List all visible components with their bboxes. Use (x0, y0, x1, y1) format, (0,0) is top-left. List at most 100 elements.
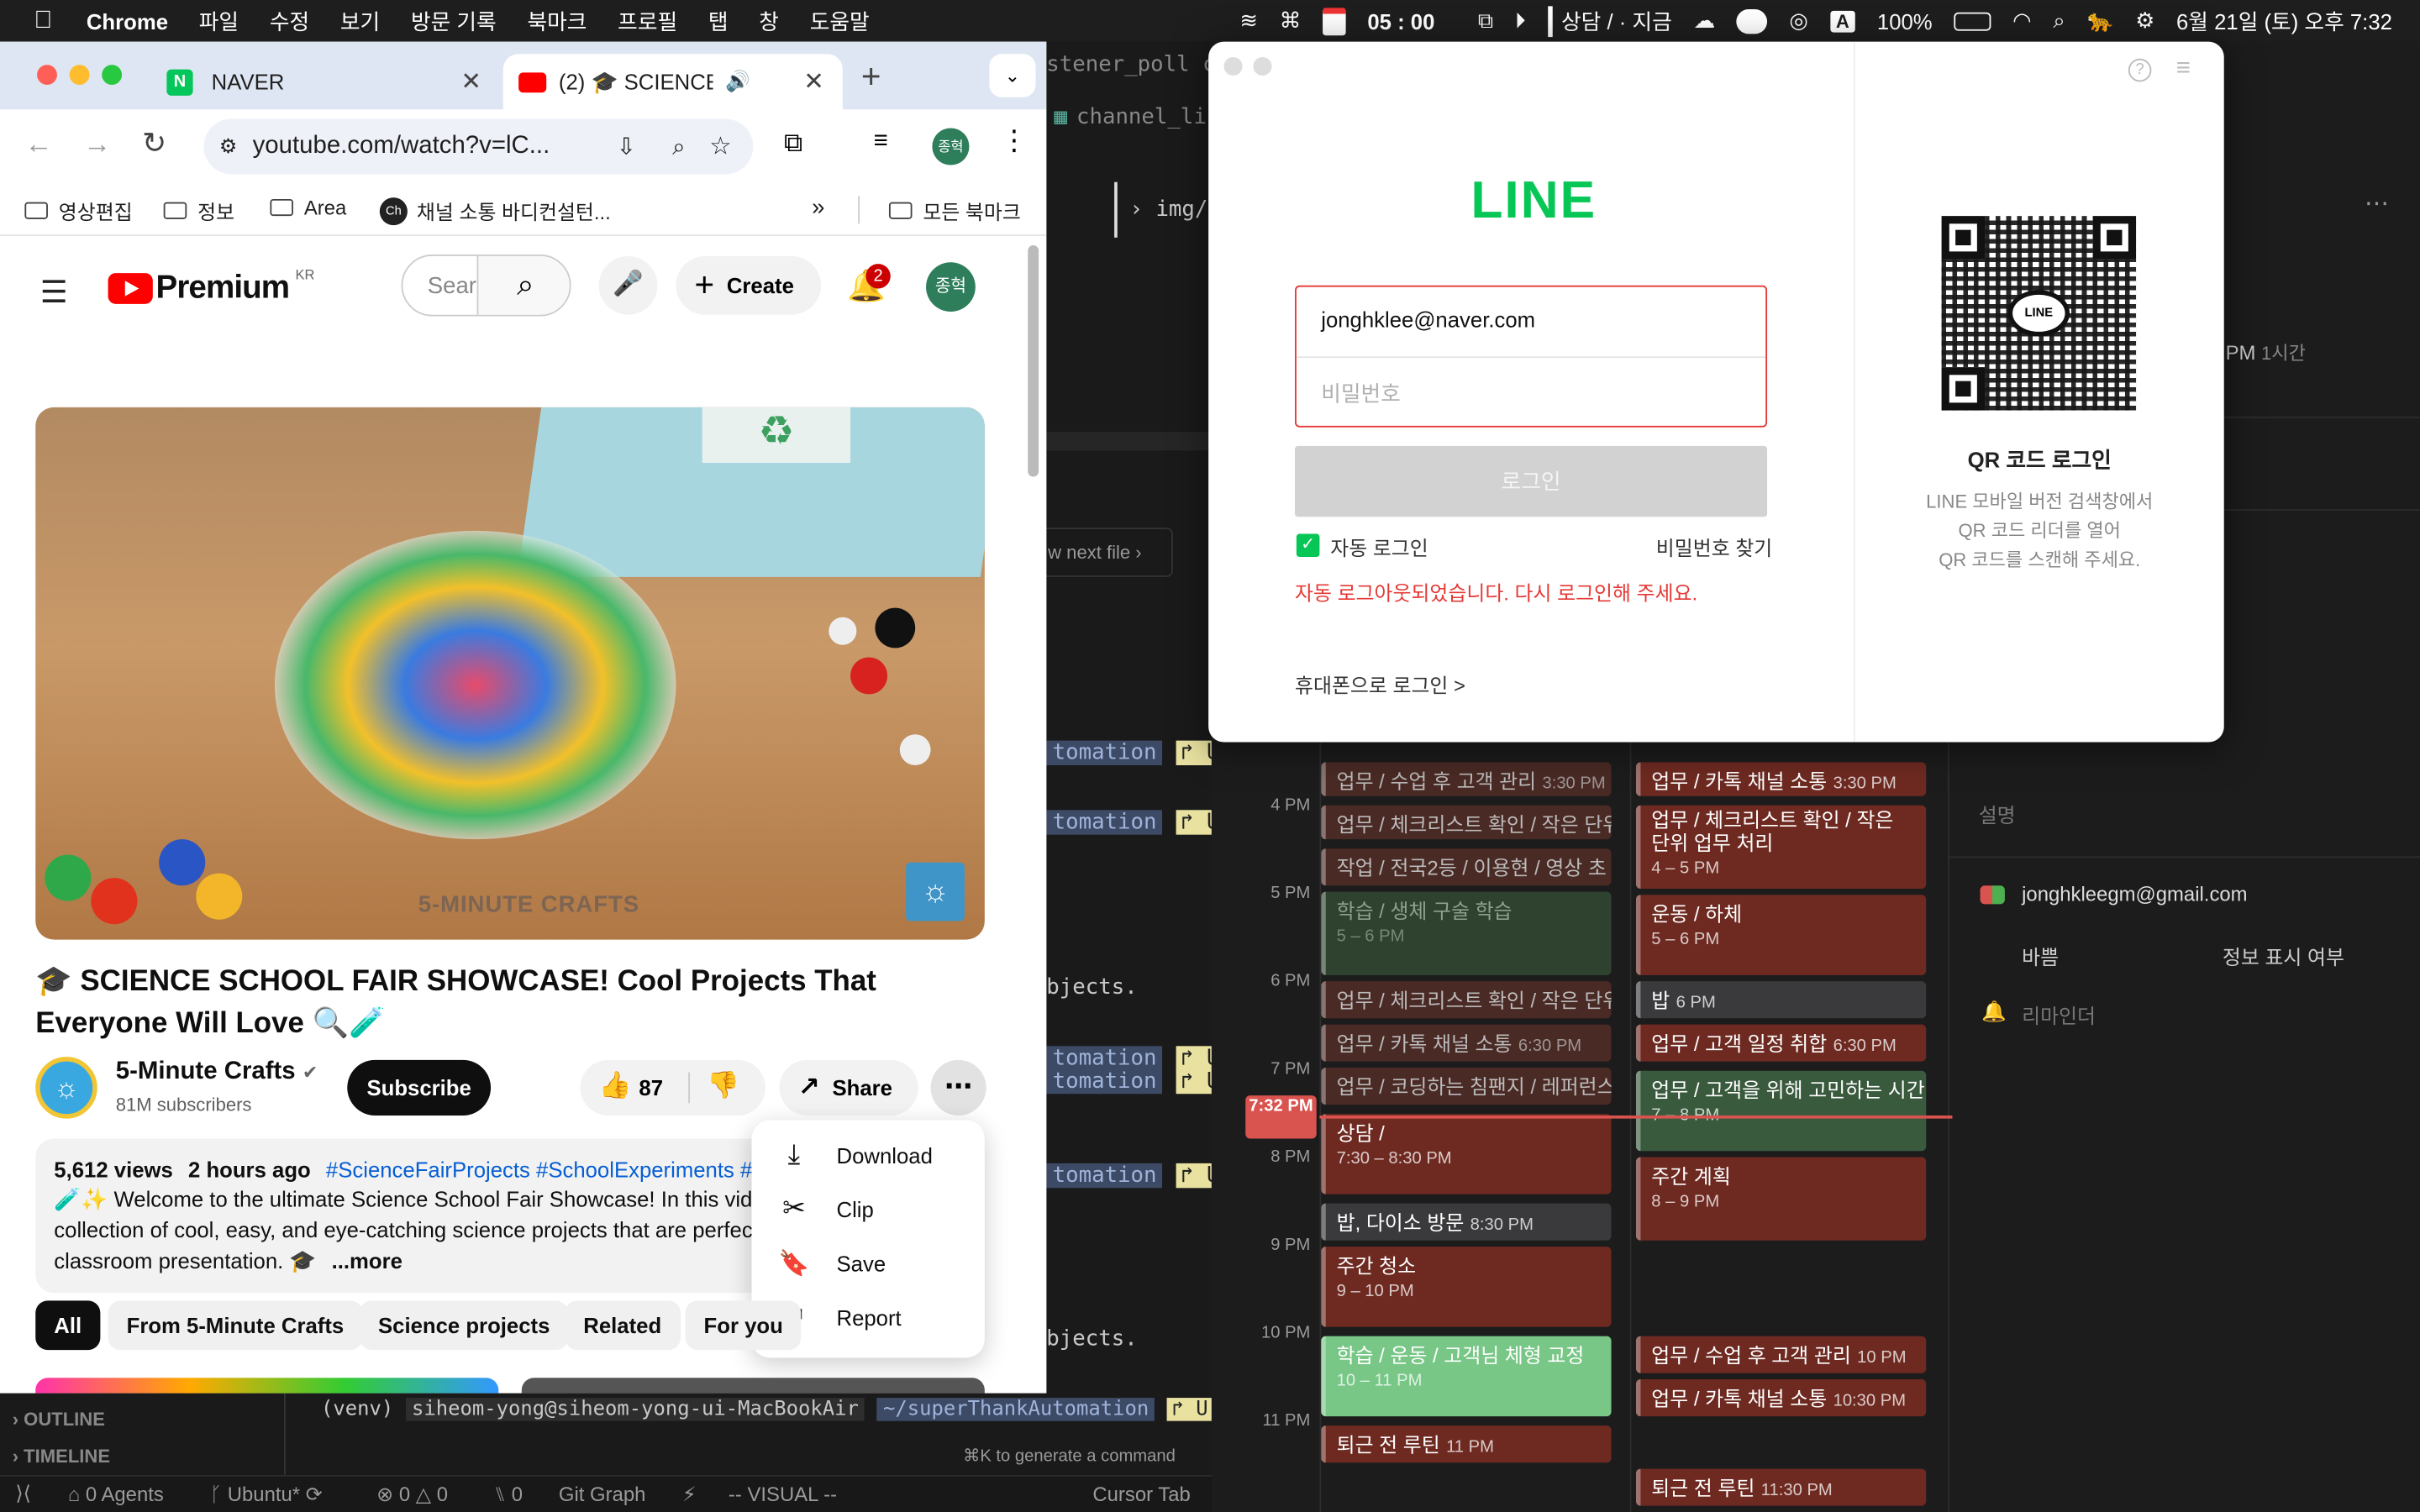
menu-save[interactable]: 🔖 Save (751, 1236, 983, 1289)
search-input[interactable]: Sear (428, 273, 476, 299)
chip-science-projects[interactable]: Science projects (359, 1300, 569, 1351)
phone-login-link[interactable]: 휴대폰으로 로그인 > (1295, 669, 1465, 699)
menu-profile[interactable]: 프로필 (618, 5, 677, 36)
address-bar[interactable]: ⚙ youtube.com/watch?v=lC... ⇩ ⌕ ☆ (203, 118, 754, 175)
calendar-event[interactable]: 상담 / 7:30 – 8:30 PM (1321, 1114, 1612, 1194)
next-file-button[interactable]: w next file › (1034, 528, 1173, 577)
calendar-event[interactable]: 업무 / 카톡 채널 소통 3:30 PM (1635, 762, 1927, 796)
back-icon[interactable]: ← (24, 128, 52, 160)
close-tab-icon[interactable]: ✕ (460, 66, 481, 97)
calendar-event[interactable]: 학습 / 운동 / 고객님 체형 교정 10 – 11 PM (1321, 1336, 1612, 1417)
hashtags[interactable]: #ScienceFairProjects #SchoolExperiments … (326, 1158, 794, 1182)
calendar-event[interactable]: 퇴근 전 루틴 11 PM (1321, 1425, 1612, 1463)
busy-status[interactable]: 바쁨 (2022, 941, 2059, 970)
calendar-event[interactable]: 업무 / 체크리스트 확인 / 작은 단위 (1321, 981, 1612, 1019)
minimize-window-button[interactable] (69, 65, 90, 86)
channel-name[interactable]: 5-Minute Crafts ✔ (116, 1058, 318, 1086)
qr-code[interactable]: LINE (1941, 216, 2137, 411)
menu-bookmarks[interactable]: 북마크 (527, 5, 587, 36)
menu-datetime[interactable]: 6월 21일 (토) 오후 7:32 (2176, 5, 2392, 36)
bookmark-link[interactable]: Ch 채널 소통 바디컨설턴... (379, 196, 611, 225)
search-box[interactable]: Sear ⌕ (401, 255, 571, 317)
input-source-icon[interactable]: A (1829, 9, 1856, 32)
more-actions-button[interactable]: ⋯ (930, 1059, 986, 1116)
menu-window[interactable]: 창 (759, 5, 779, 36)
zoom-icon[interactable]: ⌕ (672, 134, 685, 160)
calendar-event[interactable]: 업무 / 체크리스트 확인 / 작은 단위 업무 처리 4 – 5 PM (1635, 805, 1927, 889)
channel-watermark-icon[interactable]: ☼ (906, 862, 965, 921)
menu-tab[interactable]: 탭 (708, 5, 729, 36)
tab-youtube[interactable]: (2) 🎓 SCIENCE SCH 🔊 ✕ (502, 54, 843, 110)
calendar-account[interactable]: jonghkleegm@gmail.com (2022, 883, 2247, 906)
bookmark-folder[interactable]: Area (270, 196, 346, 219)
youtube-logo[interactable]: Premium KR (108, 267, 314, 307)
share-button[interactable]: ↗ Share (779, 1059, 918, 1116)
calendar-event[interactable]: 업무 / 고객 일정 취합 6:30 PM (1635, 1024, 1927, 1062)
play-icon[interactable]: ⏵ (1515, 8, 1526, 34)
calendar-event[interactable]: 운동 / 하체 5 – 6 PM (1635, 895, 1927, 975)
calendar-event[interactable]: 업무 / 수업 후 고객 관리 10 PM (1635, 1336, 1927, 1373)
chip-channel[interactable]: From 5-Minute Crafts (108, 1300, 363, 1351)
close-window-button[interactable] (37, 65, 57, 86)
menu-edit[interactable]: 수정 (270, 5, 309, 36)
next-video-thumbnail[interactable] (521, 1378, 985, 1394)
menu-help[interactable]: 도움말 (810, 5, 870, 36)
cursor-tab-status[interactable]: Cursor Tab (1092, 1483, 1190, 1506)
page-scrollbar[interactable] (1028, 245, 1039, 477)
details-more-icon[interactable]: ⋯ (2365, 188, 2389, 219)
stack-icon[interactable]: ≋ (1239, 8, 1258, 34)
url-text[interactable]: youtube.com/watch?v=lC... (253, 133, 550, 160)
calendar-event[interactable]: 업무 / 수업 후 고객 관리 3:30 PM (1321, 762, 1612, 796)
timer-text[interactable]: 05 : 00 (1367, 8, 1434, 33)
auto-login-checkbox[interactable]: ✓ (1296, 533, 1320, 558)
menu-view[interactable]: 보기 (340, 5, 380, 36)
find-password-link[interactable]: 비밀번호 찾기 (1656, 533, 1772, 562)
calendar-event[interactable]: 주간 계획 8 – 9 PM (1635, 1157, 1927, 1241)
outline-section[interactable]: › OUTLINE (13, 1409, 105, 1431)
description-label[interactable]: 설명 (1979, 799, 2016, 828)
calendar-event[interactable]: 업무 / 체크리스트 확인 / 작은 단위 (1321, 805, 1612, 840)
apple-icon[interactable]:  (34, 7, 52, 34)
account-avatar[interactable]: 종혁 (926, 262, 976, 312)
line-close-button[interactable] (1223, 56, 1243, 76)
reload-icon[interactable]: ↻ (142, 127, 166, 162)
calendar-event[interactable]: 퇴근 전 루틴 11:30 PM (1635, 1468, 1927, 1506)
window-icon[interactable]: ⧉ (1478, 8, 1493, 34)
zoom-window-button[interactable] (102, 65, 123, 86)
new-tab-button[interactable]: + (861, 57, 881, 97)
hamburger-icon[interactable]: ☰ (40, 273, 68, 312)
running-cat-icon[interactable]: 🐆 (2086, 8, 2113, 34)
line-minimize-button[interactable] (1253, 56, 1272, 76)
channel-avatar[interactable]: ☼ (35, 1057, 97, 1119)
subscribe-button[interactable]: Subscribe (347, 1059, 492, 1116)
site-info-icon[interactable]: ⚙ (219, 134, 237, 159)
calendar-event[interactable]: 밥, 다이소 방문 8:30 PM (1321, 1203, 1612, 1241)
mic-icon[interactable]: 🎤 (598, 255, 658, 315)
airdrop-icon[interactable]: ◎ (1789, 8, 1807, 34)
install-icon[interactable]: ⇩ (617, 133, 636, 160)
menu-history[interactable]: 방문 기록 (411, 5, 497, 36)
status-event-text[interactable]: 상담 / · 지금 (1547, 5, 1672, 37)
calendar-event[interactable]: 업무 / 카톡 채널 소통 6:30 PM (1321, 1024, 1612, 1062)
ports-status[interactable]: ⑊ 0 (494, 1483, 523, 1506)
help-icon[interactable]: ? (2128, 58, 2152, 82)
email-field[interactable]: jonghklee@naver.com (1296, 287, 1766, 359)
agents-status[interactable]: ⌂ 0 Agents (68, 1483, 164, 1506)
login-button[interactable]: 로그인 (1295, 445, 1768, 517)
command-icon[interactable]: ⌘ (1280, 8, 1302, 34)
next-video-thumbnail[interactable] (35, 1378, 499, 1394)
create-button[interactable]: + Create (676, 255, 822, 315)
problems-status[interactable]: ⊗ 0 △ 0 (376, 1483, 448, 1507)
menu-clip[interactable]: ✂ Clip (751, 1182, 983, 1236)
dislike-button[interactable]: 👎 (707, 1071, 739, 1102)
lightning-icon[interactable]: ⚡ (682, 1483, 697, 1507)
branch-status[interactable]: ᚴ Ubuntu* ⟳ (210, 1483, 323, 1507)
chip-related[interactable]: Related (565, 1300, 681, 1351)
chip-for-you[interactable]: For you (685, 1300, 802, 1351)
calendar-event[interactable]: 업무 / 코딩하는 침팬지 / 레퍼런스 (1321, 1068, 1612, 1105)
git-graph-button[interactable]: Git Graph (559, 1483, 646, 1506)
wifi-icon[interactable]: ◠ (2012, 8, 2031, 34)
description-box[interactable]: 5,612 views 2 hours ago #ScienceFairProj… (35, 1138, 794, 1294)
menu-download[interactable]: ⤓ Download (751, 1128, 983, 1182)
like-button[interactable]: 👍 (599, 1071, 632, 1102)
